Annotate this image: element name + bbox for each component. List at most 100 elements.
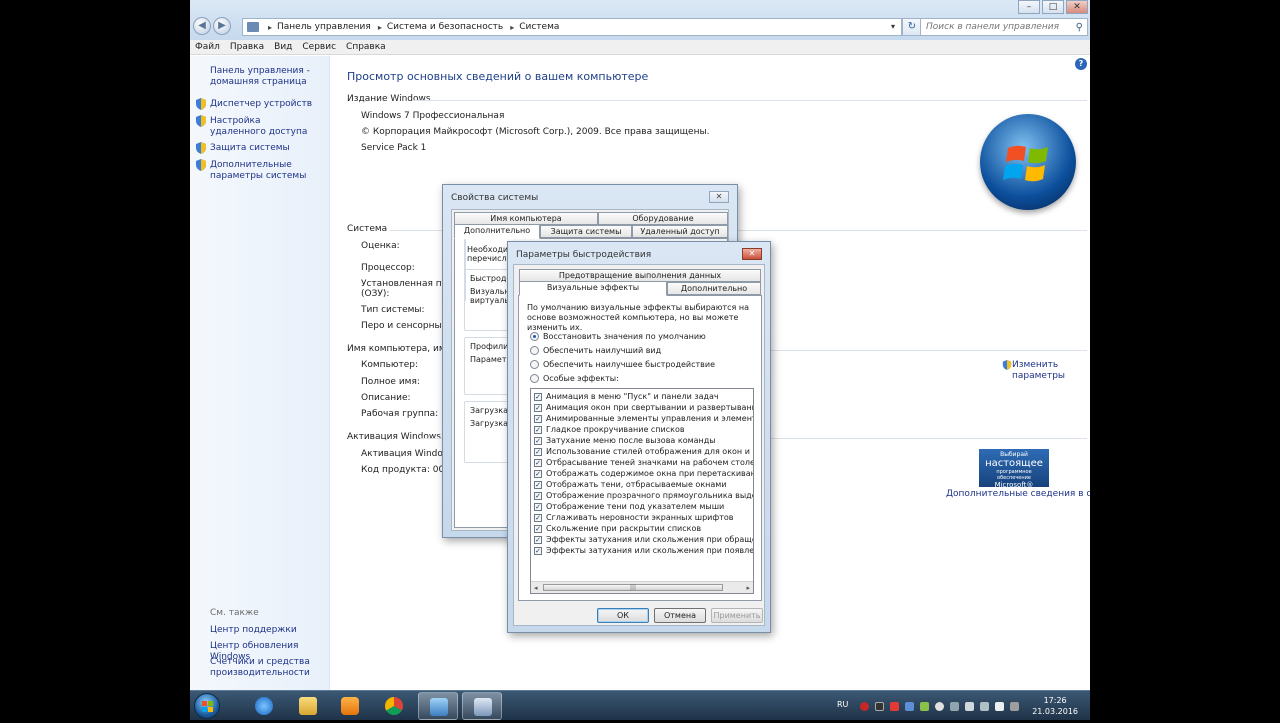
genuine-microsoft-badge[interactable]: Выбирай настоящее программное обеспечени… [979,449,1049,489]
taskbar-control-panel[interactable] [418,692,458,720]
advanced-settings-link[interactable]: Дополнительные параметры системы [210,160,328,182]
scroll-thumb[interactable]: ||| [543,584,723,591]
effect-item[interactable]: ✓ Отображать тени, отбрасываемые окнами [534,479,727,490]
checkbox[interactable]: ✓ [534,524,542,533]
ok-button[interactable]: ОК [597,608,649,623]
tray-app-icon[interactable] [920,702,929,711]
checkbox[interactable]: ✓ [534,480,542,489]
menu-file[interactable]: Файл [195,40,220,54]
taskbar-media-player[interactable] [330,692,370,720]
checkbox[interactable]: ✓ [534,403,542,412]
checkbox[interactable]: ✓ [534,502,542,511]
chevron-right-icon[interactable]: ▸ [746,582,750,593]
taskbar-ie[interactable] [244,692,284,720]
address-bar[interactable]: ▸ Панель управления ▸ Система и безопасн… [242,18,902,36]
checkbox[interactable]: ✓ [534,436,542,445]
checkbox[interactable]: ✓ [534,447,542,456]
control-panel-home-link[interactable]: Панель управления - домашняя страница [210,66,315,88]
effect-item[interactable]: ✓ Отображение прозрачного прямоугольника … [534,490,753,501]
performance-tools-link[interactable]: Счетчики и средства производительности [210,657,310,679]
help-icon[interactable]: ? [1075,58,1087,70]
horizontal-scrollbar[interactable]: ◂ ||| ▸ [531,581,753,593]
radio-best-performance[interactable]: Обеспечить наилучшее быстродействие [530,360,715,369]
minimize-button[interactable]: – [1018,0,1040,14]
close-button[interactable]: ✕ [1066,0,1088,14]
close-button[interactable]: ✕ [742,248,762,260]
checkbox[interactable]: ✓ [534,546,542,555]
effect-item[interactable]: ✓ Анимация в меню "Пуск" и панели задач [534,391,719,402]
radio-button[interactable] [530,332,539,341]
effect-item[interactable]: ✓ Эффекты затухания или скольжения при об… [534,534,753,545]
chevron-left-icon[interactable]: ◂ [534,582,538,593]
menu-help[interactable]: Справка [346,40,386,54]
breadcrumb-control-panel[interactable]: Панель управления [277,22,371,32]
effect-item[interactable]: ✓ Отбрасывание теней значками на рабочем … [534,457,753,468]
refresh-button[interactable]: ↻ [902,18,922,36]
radio-default[interactable]: Восстановить значения по умолчанию [530,332,706,341]
menu-edit[interactable]: Правка [230,40,264,54]
clock[interactable]: 17:26 21.03.2016 [1032,695,1078,717]
system-protection-link[interactable]: Защита системы [210,143,290,154]
tray-app-icon[interactable] [950,702,959,711]
breadcrumb-system[interactable]: Система [519,22,559,32]
checkbox[interactable]: ✓ [534,469,542,478]
effect-item[interactable]: ✓ Затухание меню после вызова команды [534,435,716,446]
taskbar-explorer[interactable] [288,692,328,720]
effect-item[interactable]: ✓ Сглаживать неровности экранных шрифтов [534,512,733,523]
action-center-link[interactable]: Центр поддержки [210,625,297,636]
record-icon[interactable] [860,702,869,711]
language-indicator[interactable]: RU [837,700,848,709]
more-info-link[interactable]: Дополнительные сведения в сети... [946,489,1090,499]
effect-item[interactable]: ✓ Скольжение при раскрытии списков [534,523,701,534]
effect-item[interactable]: ✓ Гладкое прокручивание списков [534,424,685,435]
checkbox[interactable]: ✓ [534,535,542,544]
menu-view[interactable]: Вид [274,40,292,54]
breadcrumb-system-security[interactable]: Система и безопасность [387,22,503,32]
checkbox[interactable]: ✓ [534,491,542,500]
cancel-button[interactable]: Отмена [654,608,706,623]
effect-item[interactable]: ✓ Анимированные элементы управления и эле… [534,413,753,424]
close-button[interactable]: ✕ [709,191,729,203]
effects-list[interactable]: ✓ Анимация в меню "Пуск" и панели задач ✓… [530,388,754,594]
checkbox[interactable]: ✓ [534,425,542,434]
tray-app-icon[interactable] [890,702,899,711]
tray-app-icon[interactable] [935,702,944,711]
checkbox[interactable]: ✓ [534,414,542,423]
apply-button[interactable]: Применить [711,608,763,623]
tab-advanced[interactable]: Дополнительно [454,224,540,239]
tab-hardware[interactable]: Оборудование [598,212,728,225]
tray-app-icon[interactable] [905,702,914,711]
change-settings-link[interactable]: Изменить параметры [1012,360,1072,382]
radio-custom[interactable]: Особые эффекты: [530,374,619,383]
search-input[interactable]: Поиск в панели управления ⚲ [920,18,1088,36]
radio-button[interactable] [530,346,539,355]
checkbox[interactable]: ✓ [534,458,542,467]
tab-system-protection[interactable]: Защита системы [540,225,632,238]
flag-icon[interactable] [980,702,989,711]
network-icon[interactable] [965,702,974,711]
forward-button[interactable]: ▶ [213,17,231,35]
effect-item[interactable]: ✓ Эффекты затухания или скольжения при по… [534,545,753,556]
tray-app-icon[interactable] [1010,702,1019,711]
radio-button[interactable] [530,374,539,383]
tray-app-icon[interactable] [875,702,884,711]
taskbar-chrome[interactable] [374,692,414,720]
search-icon[interactable]: ⚲ [1076,20,1083,36]
tab-advanced[interactable]: Дополнительно [667,282,761,295]
radio-best-appearance[interactable]: Обеспечить наилучший вид [530,346,661,355]
start-button[interactable] [194,693,220,719]
maximize-button[interactable]: □ [1042,0,1064,14]
effect-item[interactable]: ✓ Использование стилей отображения для ок… [534,446,753,457]
remote-settings-link[interactable]: Настройка удаленного доступа [210,116,315,138]
effect-item[interactable]: ✓ Отображение тени под указателем мыши [534,501,724,512]
device-manager-link[interactable]: Диспетчер устройств [210,99,312,110]
checkbox[interactable]: ✓ [534,392,542,401]
chevron-down-icon[interactable]: ▾ [891,22,895,31]
radio-button[interactable] [530,360,539,369]
back-button[interactable]: ◀ [193,17,211,35]
menu-tools[interactable]: Сервис [302,40,336,54]
tab-visual-effects[interactable]: Визуальные эффекты [519,281,667,296]
volume-icon[interactable] [995,702,1004,711]
checkbox[interactable]: ✓ [534,513,542,522]
tab-remote[interactable]: Удаленный доступ [632,225,728,238]
